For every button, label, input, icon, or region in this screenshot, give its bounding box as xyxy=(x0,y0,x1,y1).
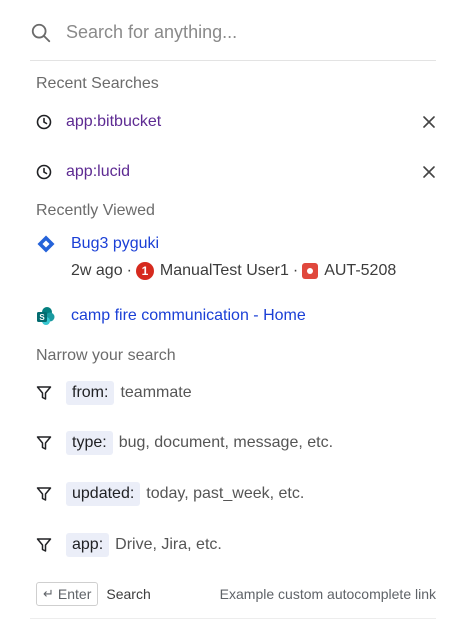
filter-icon xyxy=(36,436,52,450)
search-input[interactable] xyxy=(64,21,428,44)
filter-hint: bug, document, message, etc. xyxy=(118,434,334,451)
recent-search-item[interactable]: app:bitbucket xyxy=(36,108,436,136)
notification-badge-icon: 1 xyxy=(135,262,154,280)
sharepoint-icon: S xyxy=(36,306,56,326)
divider xyxy=(30,618,436,619)
viewed-item-key: AUT-5208 xyxy=(324,262,397,279)
filter-icon xyxy=(36,538,52,552)
narrow-filter-item[interactable]: from: teammate xyxy=(36,380,436,406)
filter-key: from: xyxy=(66,381,115,405)
recent-search-label: app:lucid xyxy=(66,163,131,180)
svg-text:S: S xyxy=(39,313,45,322)
filter-icon xyxy=(36,386,52,400)
filter-hint: teammate xyxy=(120,384,192,401)
filter-key: app: xyxy=(66,533,110,557)
custom-autocomplete-link[interactable]: Example custom autocomplete link xyxy=(220,586,436,602)
close-icon[interactable] xyxy=(422,165,436,179)
close-icon[interactable] xyxy=(422,115,436,129)
enter-search-label: Search xyxy=(106,586,151,602)
viewed-item-meta: 2w ago · 1 ManualTest User1 · AUT-5208 xyxy=(71,262,436,280)
enter-key-hint: ↵ Enter xyxy=(36,582,99,606)
recent-search-label: app:bitbucket xyxy=(66,113,162,130)
enter-key-label: Enter xyxy=(57,586,92,602)
filter-hint: today, past_week, etc. xyxy=(146,485,305,502)
filter-key: type: xyxy=(66,431,113,455)
search-bar xyxy=(30,18,436,61)
recently-viewed-item[interactable]: Bug3 pyguki 2w ago · 1 ManualTest User1 … xyxy=(36,234,436,280)
recently-viewed-item[interactable]: S camp fire communication - Home xyxy=(36,306,436,326)
narrow-filter-item[interactable]: app: Drive, Jira, etc. xyxy=(36,532,436,558)
issue-type-icon xyxy=(302,263,319,279)
viewed-item-user: ManualTest User1 xyxy=(159,262,289,279)
narrow-filter-item[interactable]: updated: today, past_week, etc. xyxy=(36,481,436,507)
recent-searches-heading: Recent Searches xyxy=(36,75,159,92)
viewed-item-title[interactable]: camp fire communication - Home xyxy=(71,307,306,325)
jira-icon xyxy=(36,234,56,254)
filter-key: updated: xyxy=(66,482,141,506)
clock-icon xyxy=(36,114,52,130)
search-icon xyxy=(31,23,51,43)
viewed-item-age: 2w ago xyxy=(71,262,123,279)
separator-dot: · xyxy=(126,262,132,279)
footer: ↵ Enter Search Example custom autocomple… xyxy=(36,582,436,606)
filter-hint: Drive, Jira, etc. xyxy=(115,536,222,553)
narrow-filter-item[interactable]: type: bug, document, message, etc. xyxy=(36,430,436,456)
recent-search-item[interactable]: app:lucid xyxy=(36,158,436,186)
separator-dot: · xyxy=(292,262,299,279)
filter-icon xyxy=(36,487,52,501)
recently-viewed-heading: Recently Viewed xyxy=(36,202,155,219)
enter-arrow-icon: ↵ xyxy=(43,586,54,601)
clock-icon xyxy=(36,164,52,180)
viewed-item-title[interactable]: Bug3 pyguki xyxy=(71,235,159,253)
narrow-search-heading: Narrow your search xyxy=(36,347,176,364)
